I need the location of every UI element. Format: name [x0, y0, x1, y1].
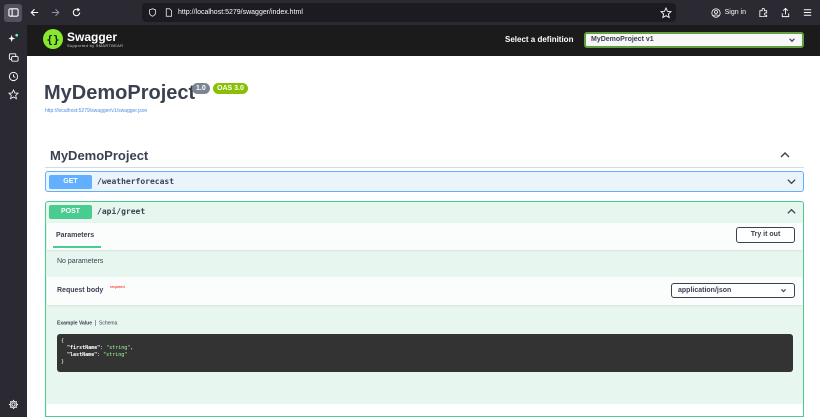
- tag-divider: [45, 167, 804, 168]
- chevron-down-icon[interactable]: [786, 176, 797, 187]
- operation-post: POST /api/greet Parameters Try it out No…: [45, 201, 804, 417]
- sidebar-icon: [7, 8, 19, 17]
- example-code-block: { "firstName": "string", "lastName": "st…: [57, 334, 793, 372]
- puzzle-icon: [758, 8, 767, 18]
- request-body-label: Request body: [57, 287, 104, 294]
- code-value: "string": [106, 345, 131, 351]
- content-type-value: application/json: [678, 287, 732, 294]
- definition-value: MyDemoProject v1: [591, 36, 654, 43]
- extensions-button[interactable]: [754, 4, 772, 22]
- try-it-out-button[interactable]: Try it out: [736, 227, 795, 243]
- share-button[interactable]: [776, 4, 794, 22]
- ai-chat-icon[interactable]: [8, 31, 19, 43]
- spec-link[interactable]: http://localhost:5279/swagger/v1/swagger…: [45, 108, 147, 114]
- sidebar-toggle-button[interactable]: [4, 3, 22, 22]
- back-button[interactable]: [25, 4, 43, 22]
- browser-window: http://localhost:5279/swagger/index.html…: [0, 0, 820, 417]
- required-marker: required: [110, 284, 125, 289]
- bookmark-star-icon[interactable]: [659, 6, 673, 19]
- api-title: MyDemoProject: [44, 82, 196, 104]
- method-badge-post[interactable]: POST: [49, 205, 92, 219]
- swagger-logo[interactable]: {} Swagger Supported by SMARTBEAR: [43, 29, 123, 49]
- code-key: "lastName": [67, 352, 98, 358]
- account-icon: [711, 7, 721, 18]
- method-badge-get: GET: [49, 175, 92, 189]
- tag-title[interactable]: MyDemoProject: [50, 148, 148, 163]
- logo-sub: Supported by SMARTBEAR: [67, 42, 124, 48]
- arrow-right-icon: [51, 8, 59, 17]
- browser-sidebar: [0, 25, 27, 417]
- page-icon[interactable]: [162, 7, 174, 19]
- sign-in-label: Sign in: [724, 9, 746, 16]
- operation-path: /weatherforecast: [97, 177, 175, 186]
- history-icon[interactable]: [8, 69, 19, 82]
- content-type-select[interactable]: application/json: [671, 283, 795, 298]
- settings-gear-icon[interactable]: [8, 397, 19, 410]
- forward-button[interactable]: [46, 4, 64, 22]
- hamburger-icon: [803, 9, 811, 16]
- chevron-up-icon[interactable]: [779, 149, 791, 161]
- code-open: {: [61, 338, 65, 344]
- chevron-down-icon: [789, 38, 795, 43]
- oas-badge: OAS 3.0: [213, 83, 248, 94]
- address-bar[interactable]: http://localhost:5279/swagger/index.html: [142, 3, 676, 22]
- menu-button[interactable]: [798, 4, 816, 22]
- tab-schema[interactable]: Schema: [99, 320, 117, 326]
- bookmarks-icon[interactable]: [7, 87, 20, 100]
- sign-in-button[interactable]: Sign in: [711, 7, 746, 18]
- operation-get[interactable]: GET /weatherforecast: [45, 171, 804, 192]
- swagger-topbar: {} Swagger Supported by SMARTBEAR Select…: [27, 25, 820, 56]
- chevron-up-icon[interactable]: [786, 206, 797, 217]
- reload-button[interactable]: [67, 4, 85, 22]
- code-value: "string": [103, 352, 128, 358]
- version-badge: 1.0: [192, 83, 210, 94]
- synced-tabs-icon[interactable]: [8, 50, 19, 62]
- shield-icon[interactable]: [146, 7, 158, 19]
- definition-select[interactable]: MyDemoProject v1: [584, 32, 804, 48]
- url-text[interactable]: http://localhost:5279/swagger/index.html: [178, 9, 303, 16]
- no-parameters-text: No parameters: [57, 258, 104, 265]
- arrow-left-icon: [30, 8, 38, 17]
- logo-name: Swagger: [67, 29, 118, 44]
- browser-toolbar: http://localhost:5279/swagger/index.html…: [0, 0, 820, 25]
- swagger-page: {} Swagger Supported by SMARTBEAR Select…: [27, 25, 820, 417]
- definition-label: Select a definition: [505, 35, 574, 44]
- tab-parameters[interactable]: Parameters: [56, 232, 94, 239]
- toolbar-right: Sign in: [711, 0, 820, 25]
- tab-example-value[interactable]: Example Value: [57, 320, 92, 326]
- chevron-down-icon: [781, 289, 786, 293]
- responses-section-edge: [47, 404, 803, 416]
- request-body-header: Request body required application/json: [47, 277, 803, 305]
- code-close: }: [61, 359, 65, 365]
- share-icon: [781, 7, 789, 18]
- operation-path[interactable]: /api/greet: [97, 207, 145, 216]
- tab-active-indicator: [53, 246, 101, 248]
- code-key: "firstName": [67, 345, 101, 351]
- parameters-header: Parameters Try it out: [47, 223, 803, 250]
- example-tabs: Example Value Schema: [57, 320, 117, 326]
- reload-icon: [72, 7, 80, 17]
- swagger-logo-icon: {}: [43, 29, 63, 49]
